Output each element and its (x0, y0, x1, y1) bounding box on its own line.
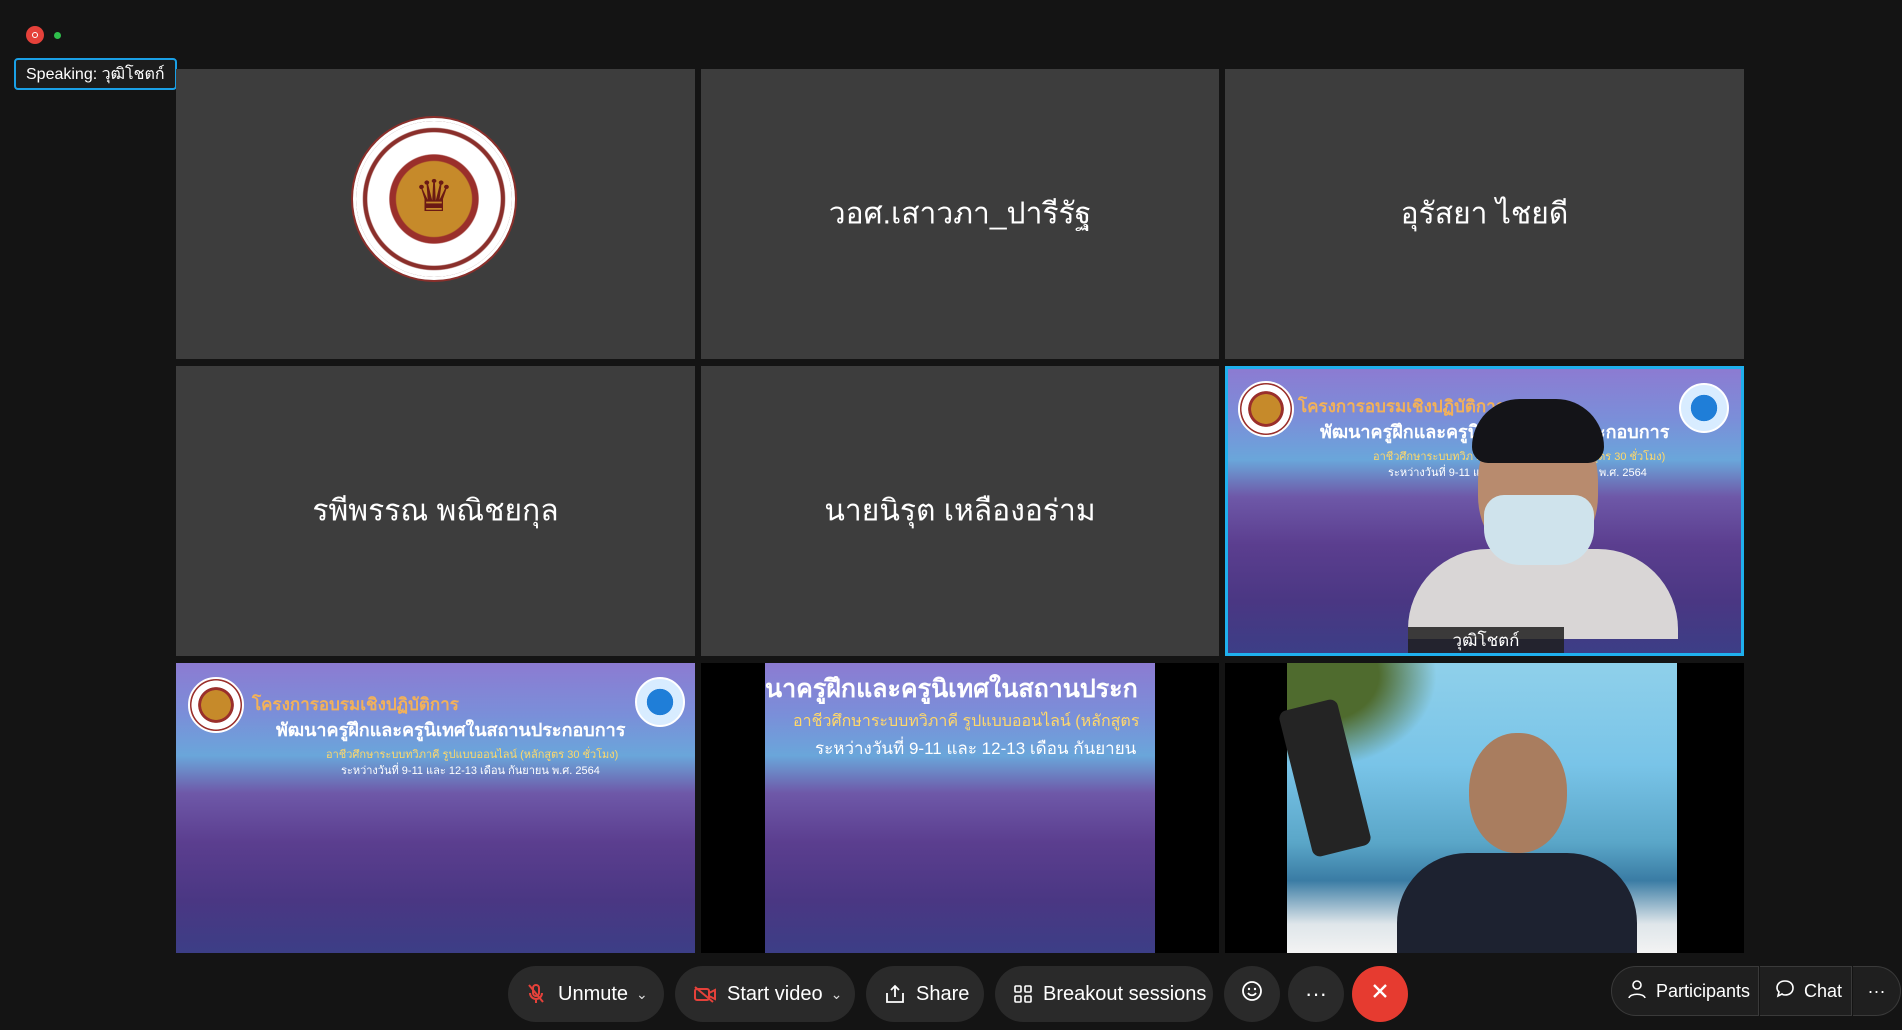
participant-name: อุรัสยา ไชยดี (1400, 197, 1569, 231)
participant-video (1408, 399, 1678, 639)
slide-line-1: โครงการอบรมเชิงปฏิบัติการ (252, 695, 459, 714)
video-tile-logo[interactable] (176, 69, 695, 359)
institution-seal-logo (356, 121, 512, 277)
presentation-background: โครงการอบรมเชิงปฏิบัติการ พัฒนาครูฝึกและ… (1228, 369, 1741, 653)
more-icon: ··· (1867, 980, 1886, 1001)
microphone-muted-icon (526, 983, 546, 1005)
ministry-logo (635, 677, 685, 727)
breakout-sessions-button[interactable]: Breakout sessions (995, 966, 1213, 1022)
breakout-grid-icon (1013, 984, 1033, 1004)
speaking-label: Speaking: วุฒิโชตก์ (26, 65, 165, 83)
unmute-button[interactable]: Unmute ⌄ (508, 966, 664, 1022)
slide-line-4: ระหว่างวันที่ 9-11 และ 12-13 เดือน กันยา… (341, 765, 600, 777)
slide-line-4: ระหว่างวันที่ 9-11 และ 12-13 เดือน กันยา… (815, 739, 1137, 758)
breakout-sessions-label: Breakout sessions (1043, 982, 1207, 1005)
participant-name-label: วุฒิโชตก์ (1408, 627, 1564, 653)
video-tile-participant[interactable]: วอศ.เสาวภา_ปารีรัฐ (701, 69, 1219, 359)
participants-button[interactable]: Participants (1611, 966, 1759, 1016)
reactions-button[interactable] (1224, 966, 1280, 1022)
more-options-button[interactable]: ··· (1288, 966, 1344, 1022)
face-mask (1484, 495, 1594, 565)
start-video-button[interactable]: Start video ⌄ (675, 966, 855, 1022)
presentation-background: โครงการอบรมเชิงปฏิบัติการ พัฒนาครูฝึกและ… (176, 663, 695, 953)
video-grid: วอศ.เสาวภา_ปารีรัฐ อุรัสยา ไชยดี รพีพรรณ… (176, 69, 1744, 955)
institution-seal-logo (1238, 381, 1294, 437)
share-button[interactable]: Share (866, 966, 984, 1022)
participant-name: นายนิรุต เหลืองอร่าม (824, 494, 1096, 528)
slide-line-2: นาครูฝึกและครูนิเทศในสถานประก (765, 675, 1138, 703)
participant-name: รพีพรรณ พณิชยกุล (312, 494, 559, 528)
status-indicators (26, 26, 61, 44)
slide-line-2: พัฒนาครูฝึกและครูนิเทศในสถานประกอบการ (276, 720, 626, 740)
smiley-icon (1240, 979, 1264, 1009)
more-icon: ··· (1305, 981, 1327, 1006)
video-tile-participant[interactable]: อุรัสยา ไชยดี (1225, 69, 1744, 359)
video-tile-screen-cropped[interactable]: นาครูฝึกและครูนิเทศในสถานประก อาชีวศึกษา… (701, 663, 1219, 953)
presentation-background: นาครูฝึกและครูนิเทศในสถานประก อาชีวศึกษา… (765, 663, 1155, 953)
video-tile-camera[interactable] (1225, 663, 1744, 953)
ministry-logo (1679, 383, 1729, 433)
chat-bubble-icon (1774, 978, 1796, 1005)
camera-off-icon (693, 985, 717, 1003)
video-tile-screen[interactable]: โครงการอบรมเชิงปฏิบัติการ พัฒนาครูฝึกและ… (176, 663, 695, 953)
leave-meeting-button[interactable] (1352, 966, 1408, 1022)
unmute-label: Unmute (558, 982, 629, 1005)
recording-icon (26, 26, 44, 44)
connection-status-icon (54, 31, 61, 39)
video-tile-participant[interactable]: รพีพรรณ พณิชยกุล (176, 366, 695, 656)
speaking-indicator: Speaking: วุฒิโชตก์ (14, 58, 177, 90)
share-label: Share (916, 982, 970, 1005)
video-tile-participant[interactable]: นายนิรุต เหลืองอร่าม (701, 366, 1219, 656)
chevron-down-icon[interactable]: ⌄ (831, 986, 843, 1003)
participant-name: วอศ.เสาวภา_ปารีรัฐ (828, 197, 1092, 231)
participant-video (1277, 663, 1677, 953)
chevron-down-icon[interactable]: ⌄ (636, 986, 648, 1003)
close-icon (1370, 981, 1390, 1007)
chat-label: Chat (1804, 980, 1843, 1001)
video-tile-active-speaker[interactable]: โครงการอบรมเชิงปฏิบัติการ พัฒนาครูฝึกและ… (1225, 366, 1744, 656)
share-icon (884, 984, 906, 1004)
chat-button[interactable]: Chat (1760, 966, 1852, 1016)
start-video-label: Start video (727, 982, 823, 1005)
institution-seal-logo (188, 677, 244, 733)
slide-line-3: อาชีวศึกษาระบบทวิภาคี รูปแบบออนไลน์ (หลั… (793, 713, 1140, 730)
person-icon (1626, 978, 1648, 1005)
participants-label: Participants (1656, 980, 1751, 1001)
more-panels-button[interactable]: ··· (1853, 966, 1901, 1016)
